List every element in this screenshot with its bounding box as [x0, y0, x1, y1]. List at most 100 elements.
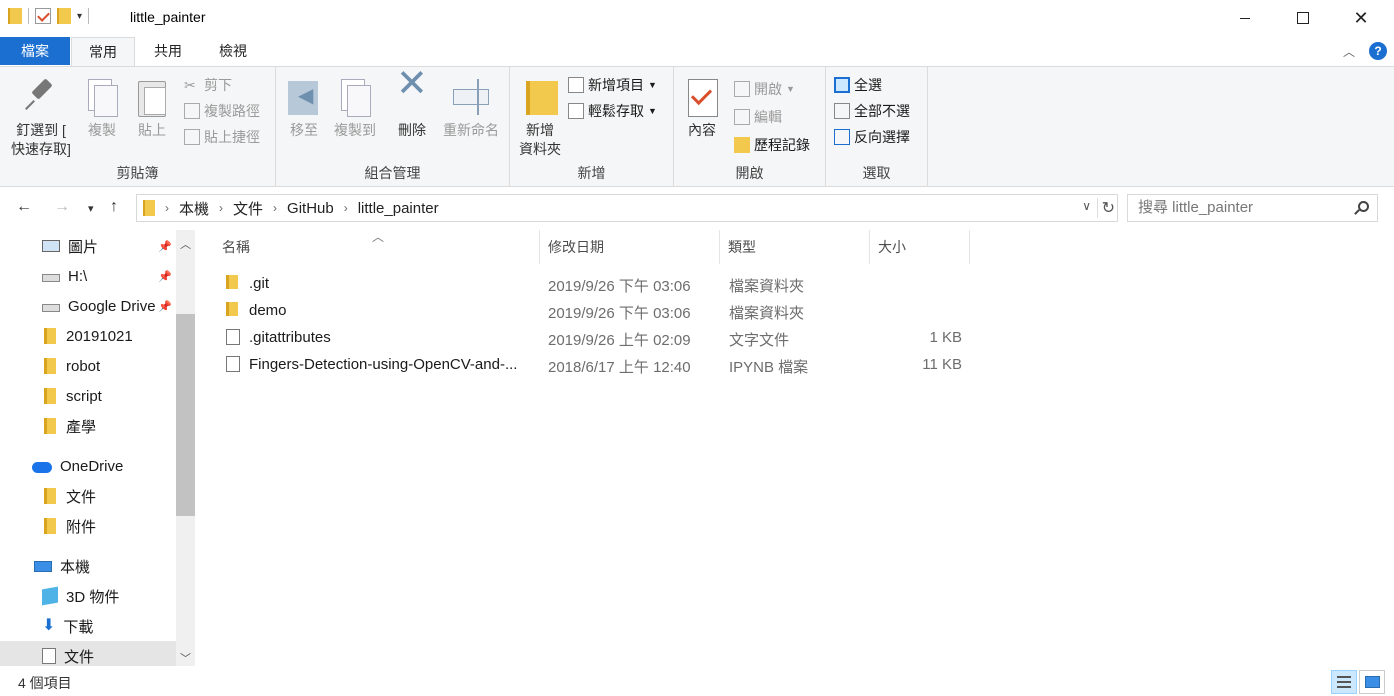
nav-item-script[interactable]: script	[0, 381, 176, 411]
file-size: 1 KB	[929, 329, 962, 346]
large-icons-view-button[interactable]	[1359, 670, 1385, 694]
collapse-ribbon-icon[interactable]: ︿	[1343, 43, 1355, 60]
onedrive-cloud-icon	[32, 462, 52, 473]
file-name: demo	[249, 302, 287, 319]
paste-button[interactable]: 貼上	[130, 73, 174, 140]
delete-button[interactable]: 刪除	[392, 73, 432, 140]
nav-item-onedrive-documents[interactable]: 文件	[0, 481, 176, 511]
organize-group-label: 組合管理	[364, 165, 421, 181]
forward-arrow-icon[interactable]: →	[54, 198, 70, 216]
file-date: 2019/9/26 下午 03:06	[548, 278, 691, 295]
maximize-icon	[1297, 12, 1309, 24]
select-all-button[interactable]: 全選	[834, 75, 882, 95]
address-bar[interactable]: › 本機 › 文件 › GitHub › little_painter ∨ ↻	[136, 194, 1118, 222]
scroll-up-icon[interactable]: ︿	[180, 236, 191, 252]
new-folder-icon[interactable]	[57, 8, 71, 24]
nav-item-this-pc[interactable]: 本機	[0, 551, 176, 581]
nav-item-h-drive[interactable]: H:\ 📌	[0, 261, 176, 291]
close-button[interactable]: ✕	[1332, 0, 1390, 36]
drive-icon	[42, 274, 60, 282]
move-to-button[interactable]: 移至	[284, 73, 324, 140]
scrollbar-thumb[interactable]	[176, 314, 195, 516]
nav-item-google-drive[interactable]: Google Drive 📌	[0, 291, 176, 321]
properties-label: 內容	[688, 122, 716, 138]
column-header-date[interactable]: 修改日期	[540, 230, 720, 264]
folder-icon[interactable]	[8, 8, 22, 24]
back-arrow-icon[interactable]: ←	[16, 198, 32, 216]
nav-item-pictures[interactable]: 圖片 📌	[0, 231, 176, 261]
copy-to-button[interactable]: 複製到	[330, 73, 380, 140]
refresh-icon[interactable]: ↻	[1096, 198, 1115, 218]
tab-file[interactable]: 檔案	[0, 37, 70, 65]
up-arrow-icon[interactable]: ↑	[110, 198, 118, 216]
paste-shortcut-button[interactable]: 貼上捷徑	[184, 127, 260, 147]
nav-item-label: 圖片	[68, 238, 99, 256]
file-row[interactable]: .gitattributes 2019/9/26 上午 02:09 文字文件 1…	[214, 325, 974, 352]
breadcrumb-this-pc[interactable]: 本機	[179, 198, 209, 219]
column-header-size[interactable]: 大小	[870, 230, 970, 264]
new-item-button[interactable]: 新增項目 ▼	[568, 75, 657, 95]
help-icon[interactable]: ?	[1369, 42, 1387, 60]
easy-access-button[interactable]: 輕鬆存取 ▼	[568, 101, 657, 121]
nav-item-onedrive[interactable]: OneDrive	[0, 451, 176, 481]
file-icon	[226, 356, 240, 372]
delete-icon	[394, 75, 430, 117]
tab-home[interactable]: 常用	[71, 37, 135, 67]
nav-item-downloads[interactable]: ⬇ 下載	[0, 611, 176, 641]
recent-locations-icon[interactable]: ▾	[88, 202, 94, 215]
properties-button[interactable]: 內容	[682, 73, 722, 140]
folder-icon	[226, 302, 238, 316]
pin-quick-access-button[interactable]: 釘選到 [ 快速存取]	[6, 73, 76, 159]
chevron-right-icon[interactable]: ›	[344, 201, 348, 215]
customize-toolbar-icon[interactable]: ▾	[77, 11, 82, 22]
open-button[interactable]: 開啟 ▼	[734, 79, 795, 99]
copy-label: 複製	[88, 122, 116, 138]
breadcrumb-documents[interactable]: 文件	[233, 198, 263, 219]
new-item-icon	[568, 77, 584, 93]
file-name: .gitattributes	[249, 329, 331, 346]
tab-view[interactable]: 檢視	[200, 37, 266, 65]
invert-selection-button[interactable]: 反向選擇	[834, 127, 910, 147]
rename-button[interactable]: 重新命名	[438, 73, 504, 140]
tab-share[interactable]: 共用	[136, 37, 200, 65]
file-row[interactable]: .git 2019/9/26 下午 03:06 檔案資料夾	[214, 271, 974, 298]
history-button[interactable]: 歷程記錄	[734, 135, 810, 155]
file-row[interactable]: demo 2019/9/26 下午 03:06 檔案資料夾	[214, 298, 974, 325]
minimize-button[interactable]	[1216, 0, 1274, 36]
nav-pane-scrollbar[interactable]: ︿ ﹀	[176, 230, 195, 666]
chevron-right-icon[interactable]: ›	[165, 201, 169, 215]
nav-item-documents[interactable]: 文件	[0, 641, 176, 666]
file-size: 11 KB	[922, 356, 962, 373]
maximize-button[interactable]	[1274, 0, 1332, 36]
edit-button[interactable]: 編輯	[734, 107, 782, 127]
details-view-button[interactable]	[1331, 670, 1357, 694]
folder-icon	[44, 488, 56, 504]
column-header-type[interactable]: 類型	[720, 230, 870, 264]
organize-group: 移至 複製到 刪除 重新命名 組合管理	[276, 67, 510, 187]
breadcrumb-github[interactable]: GitHub	[287, 200, 334, 217]
nav-item-industry[interactable]: 產學	[0, 411, 176, 441]
select-all-label: 全選	[854, 77, 882, 93]
new-folder-button[interactable]: 新增 資料夾	[514, 73, 566, 159]
file-row[interactable]: Fingers-Detection-using-OpenCV-and-... 2…	[214, 352, 974, 379]
chevron-right-icon[interactable]: ›	[219, 201, 223, 215]
cube-icon	[42, 586, 58, 606]
search-input[interactable]: 搜尋 little_painter	[1127, 194, 1378, 222]
folder-icon	[44, 518, 56, 534]
copy-button[interactable]: 複製	[80, 73, 124, 140]
cut-button[interactable]: ✂ 剪下	[184, 75, 232, 95]
select-none-button[interactable]: 全部不選	[834, 101, 910, 121]
address-dropdown-icon[interactable]: ∨	[1082, 199, 1091, 213]
nav-item-3d-objects[interactable]: 3D 物件	[0, 581, 176, 611]
scroll-down-icon[interactable]: ﹀	[180, 650, 191, 666]
properties-icon[interactable]	[35, 8, 51, 24]
rename-icon	[453, 77, 489, 117]
file-date: 2019/9/26 下午 03:06	[548, 305, 691, 322]
nav-item-20191021[interactable]: 20191021	[0, 321, 176, 351]
nav-item-attachments[interactable]: 附件	[0, 511, 176, 541]
column-header-name[interactable]: 名稱	[214, 230, 540, 264]
chevron-right-icon[interactable]: ›	[273, 201, 277, 215]
breadcrumb-little-painter[interactable]: little_painter	[358, 200, 439, 217]
copy-path-button[interactable]: 複製路徑	[184, 101, 260, 121]
nav-item-robot[interactable]: robot	[0, 351, 176, 381]
